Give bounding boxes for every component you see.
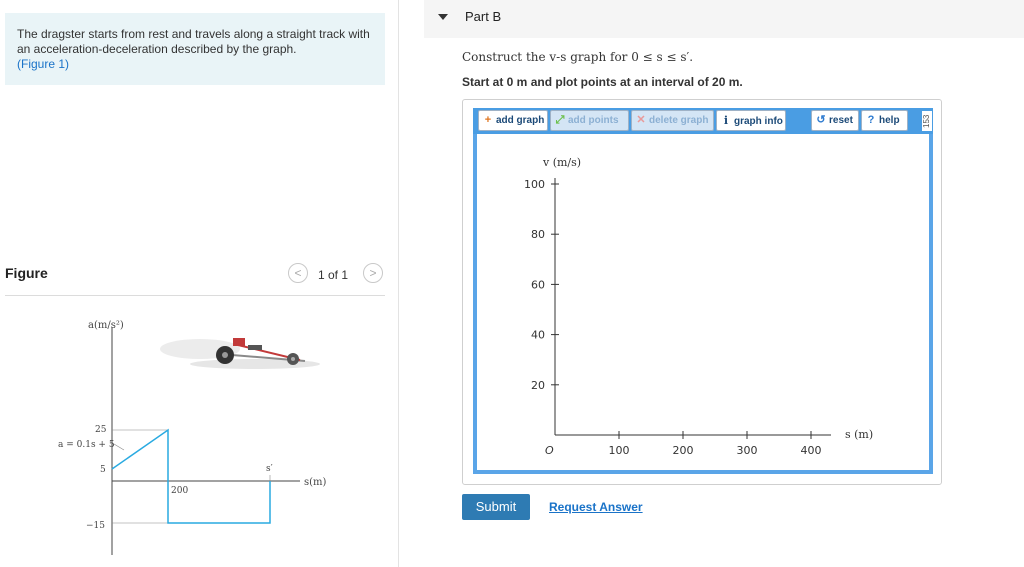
graph-x-label: s (m) [845,428,873,441]
delete-icon: ✕ [636,114,646,126]
reset-button[interactable]: ↺ reset [811,110,859,131]
part-instruction-bold: Start at 0 m and plot points at an inter… [462,75,743,89]
tick-25: 25 [95,425,107,435]
submit-button[interactable]: Submit [462,494,530,520]
right-panel: Part B Construct the v-s graph for 0 ≤ s… [424,0,1024,567]
graph-origin: O [545,444,554,457]
dragster-illustration [160,338,320,369]
part-header[interactable]: Part B [424,0,1024,38]
request-answer-link[interactable]: Request Answer [549,500,643,514]
points-icon: ⤢ [555,114,565,126]
help-icon: ? [867,114,875,126]
y-tick-label: 20 [531,379,545,392]
problem-statement: The dragster starts from rest and travel… [5,13,385,85]
part-title: Part B [465,9,502,24]
tick-neg15: −15 [86,521,105,531]
s-axis-label: s(m) [304,477,327,488]
acceleration-graph: a(m/s²) s(m) 25 5 −15 a = 0.1s + 5 200 s… [58,320,327,555]
graph-y-label: v (m/s) [542,156,581,169]
x-tick-label: 100 [609,444,630,457]
y-tick-label: 100 [524,178,545,191]
delete-graph-button[interactable]: ✕ delete graph [631,110,714,131]
add-graph-button[interactable]: + add graph [478,110,548,131]
y-tick-label: 40 [531,329,545,342]
graph-toolbar: + add graph ⤢ add points ✕ delete graph i gr… [473,108,933,134]
info-icon: i [723,114,729,127]
graph-info-button[interactable]: i graph info [716,110,786,131]
collapse-caret-icon[interactable] [438,14,448,20]
figure-header: Figure < 1 of 1 > [5,263,385,296]
chevron-left-icon: < [294,266,302,280]
y-tick-label: 60 [531,278,545,291]
chevron-right-icon: > [369,266,377,280]
tick-200: 200 [171,486,188,496]
x-tick-label: 400 [801,444,822,457]
v-s-plot[interactable]: v (m/s) s (m) O 100 80 60 40 20 100 200 300 400 [477,134,929,470]
problem-text: The dragster starts from rest and travel… [17,27,370,56]
figure-link[interactable]: (Figure 1) [17,57,69,71]
add-points-button[interactable]: ⤢ add points [550,110,629,131]
s-prime-label: s′ [266,464,273,474]
part-instruction: Construct the v-s graph for 0 ≤ s ≤ s′. [462,50,694,64]
x-tick-label: 300 [737,444,758,457]
help-button[interactable]: ? help [861,110,908,131]
reset-icon: ↺ [816,114,826,126]
figure-title: Figure [5,265,48,281]
tool-number: 153 [922,111,932,131]
acceleration-curve [111,428,271,524]
equation-label: a = 0.1s + 5 [58,440,115,450]
left-panel: The dragster starts from rest and travel… [0,0,399,567]
graph-canvas[interactable]: v (m/s) s (m) O 100 80 60 40 20 100 200 300 400 [473,134,933,474]
a-axis-label: a(m/s²) [88,320,124,331]
figure-counter: 1 of 1 [318,268,349,282]
tick-5: 5 [100,465,106,475]
plus-icon: + [484,114,492,126]
prev-figure-button[interactable]: < [288,263,308,283]
next-figure-button[interactable]: > [363,263,383,283]
y-tick-label: 80 [531,228,545,241]
x-tick-label: 200 [673,444,694,457]
graphing-tool: + add graph ⤢ add points ✕ delete graph i gr… [462,99,942,485]
